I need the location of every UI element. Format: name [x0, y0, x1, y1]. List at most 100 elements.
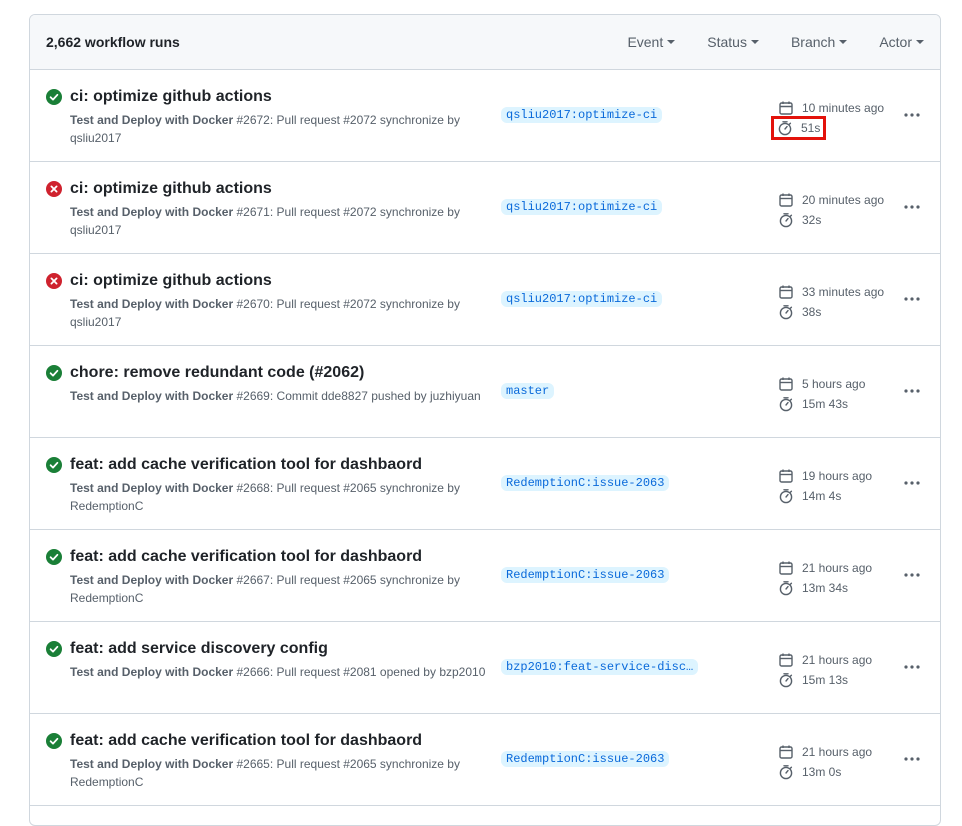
calendar-icon	[778, 468, 798, 484]
run-title-link[interactable]: ci: optimize github actions	[70, 180, 272, 198]
workflow-run-row: feat: add service discovery config Test a…	[30, 622, 940, 714]
kebab-horizontal-icon[interactable]	[903, 290, 921, 308]
run-title-link[interactable]: ci: optimize github actions	[70, 272, 272, 290]
workflow-name: Test and Deploy with Docker	[70, 481, 234, 495]
event-filter[interactable]: Event	[627, 34, 676, 50]
run-time-line: 5 hours ago	[778, 374, 865, 394]
stopwatch-icon	[778, 304, 798, 320]
run-duration: 32s	[802, 213, 822, 227]
run-description: Test and Deploy with Docker #2665: Pull …	[70, 755, 490, 791]
branch-filter-label: Branch	[790, 34, 836, 50]
run-detail: #2669: Commit dde8827 pushed by	[233, 389, 430, 403]
run-duration-line: 14m 4s	[778, 486, 872, 506]
branch-label-link[interactable]: RedemptionC:issue-2063	[501, 751, 670, 767]
branch-label-link[interactable]: qsliu2017:optimize-ci	[501, 199, 663, 215]
branch-label-link[interactable]: bzp2010:feat-service-disc…	[501, 659, 699, 675]
kebab-horizontal-icon[interactable]	[903, 750, 921, 768]
workflow-name: Test and Deploy with Docker	[70, 205, 234, 219]
duration-group: 15m 13s	[778, 672, 848, 688]
calendar-icon	[778, 376, 798, 392]
run-time-line: 33 minutes ago	[778, 282, 884, 302]
workflow-name: Test and Deploy with Docker	[70, 389, 234, 403]
duration-group: 13m 0s	[778, 764, 841, 780]
run-time: 21 hours ago	[802, 653, 873, 667]
kebab-horizontal-icon[interactable]	[903, 382, 921, 400]
run-actor: qsliu2017	[70, 315, 122, 329]
run-detail: #2670: Pull request #2072 synchronize by	[233, 297, 460, 311]
run-description: Test and Deploy with Docker #2666: Pull …	[70, 663, 490, 681]
branch-label-link[interactable]: qsliu2017:optimize-ci	[501, 291, 663, 307]
run-time-line: 21 hours ago	[778, 558, 872, 578]
x-circle-fill-icon	[46, 181, 62, 197]
kebab-horizontal-icon[interactable]	[903, 658, 921, 676]
run-title-link[interactable]: ci: optimize github actions	[70, 88, 272, 106]
run-detail: #2671: Pull request #2072 synchronize by	[233, 205, 460, 219]
kebab-horizontal-icon[interactable]	[903, 198, 921, 216]
run-title-link[interactable]: feat: add cache verification tool for da…	[70, 456, 422, 474]
chevron-down-icon	[667, 40, 676, 44]
branch-label-link[interactable]: master	[501, 383, 555, 399]
run-meta: 33 minutes ago 38s	[778, 282, 884, 322]
run-title-link[interactable]: chore: remove redundant code (#2062)	[70, 364, 364, 382]
highlighted-duration: 51s	[770, 116, 827, 140]
run-duration-line: 13m 0s	[778, 762, 872, 782]
run-actor: bzp2010	[439, 665, 486, 679]
workflow-name: Test and Deploy with Docker	[70, 573, 234, 587]
chevron-down-icon	[839, 40, 848, 44]
branch-label-link[interactable]: qsliu2017:optimize-ci	[501, 107, 663, 123]
duration-group: 38s	[778, 304, 821, 320]
run-time-line: 10 minutes ago	[778, 98, 884, 118]
run-meta: 20 minutes ago 32s	[778, 190, 884, 230]
duration-group: 13m 34s	[778, 580, 848, 596]
branch-label-link[interactable]: RedemptionC:issue-2063	[501, 567, 670, 583]
run-title-link[interactable]: feat: add cache verification tool for da…	[70, 732, 422, 750]
kebab-horizontal-icon[interactable]	[903, 474, 921, 492]
workflow-run-row: ci: optimize github actions Test and Depl…	[30, 70, 940, 162]
calendar-icon	[778, 744, 798, 760]
check-circle-fill-icon	[46, 365, 62, 381]
check-circle-fill-icon	[46, 549, 62, 565]
stopwatch-icon	[777, 120, 797, 136]
stopwatch-icon	[778, 764, 798, 780]
run-title-link[interactable]: feat: add cache verification tool for da…	[70, 548, 422, 566]
actor-filter[interactable]: Actor	[879, 34, 924, 50]
run-duration-line: 38s	[778, 302, 884, 322]
run-title-link[interactable]: feat: add service discovery config	[70, 640, 328, 658]
branch-filter[interactable]: Branch	[790, 34, 848, 50]
check-circle-fill-icon	[46, 89, 62, 105]
workflow-run-row: chore: remove redundant code (#2062) Test…	[30, 346, 940, 438]
workflow-run-row: feat: add cache verification tool for da…	[30, 714, 940, 806]
run-time: 33 minutes ago	[802, 285, 885, 299]
chevron-down-icon	[916, 40, 924, 44]
run-time-line: 19 hours ago	[778, 466, 872, 486]
workflow-run-row: feat: add cache verification tool for da…	[30, 530, 940, 622]
check-circle-fill-icon	[46, 641, 62, 657]
run-duration-line: 13m 34s	[778, 578, 872, 598]
duration-group: 15m 43s	[778, 396, 848, 412]
run-duration-line: 15m 43s	[778, 394, 865, 414]
run-meta: 5 hours ago 15m 43s	[778, 374, 865, 414]
run-meta: 19 hours ago 14m 4s	[778, 466, 872, 506]
run-actor: qsliu2017	[70, 223, 122, 237]
calendar-icon	[778, 284, 798, 300]
calendar-icon	[778, 652, 798, 668]
run-actor: RedemptionC	[70, 499, 144, 513]
run-duration: 13m 34s	[802, 581, 849, 595]
workflow-runs-header: 2,662 workflow runs Event Status Branch …	[30, 15, 940, 70]
status-filter[interactable]: Status	[707, 34, 759, 50]
kebab-horizontal-icon[interactable]	[903, 566, 921, 584]
event-filter-label: Event	[627, 34, 664, 50]
run-detail: #2667: Pull request #2065 synchronize by	[233, 573, 460, 587]
run-time: 10 minutes ago	[802, 101, 885, 115]
run-duration: 51s	[801, 121, 821, 135]
run-meta: 21 hours ago 13m 0s	[778, 742, 872, 782]
workflow-runs-list: ci: optimize github actions Test and Depl…	[30, 70, 940, 806]
run-meta: 21 hours ago 15m 13s	[778, 650, 872, 690]
run-duration: 15m 13s	[802, 673, 849, 687]
run-duration: 13m 0s	[802, 765, 842, 779]
workflow-name: Test and Deploy with Docker	[70, 113, 234, 127]
branch-label-link[interactable]: RedemptionC:issue-2063	[501, 475, 670, 491]
kebab-horizontal-icon[interactable]	[903, 106, 921, 124]
stopwatch-icon	[778, 488, 798, 504]
workflow-run-row: feat: add cache verification tool for da…	[30, 438, 940, 530]
